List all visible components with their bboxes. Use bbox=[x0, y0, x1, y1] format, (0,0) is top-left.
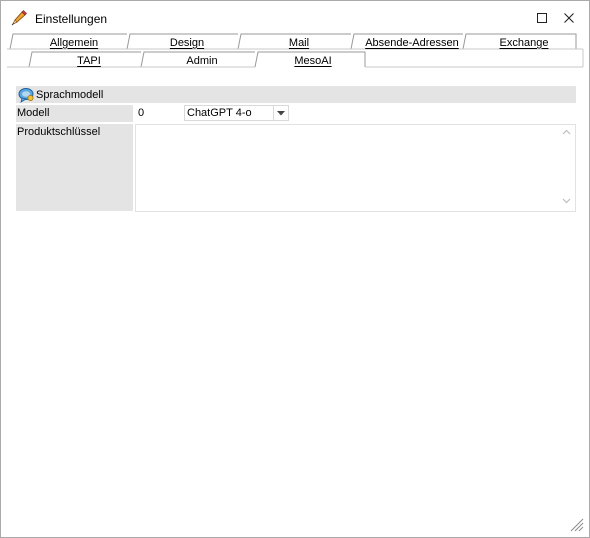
produktschluessel-textarea[interactable] bbox=[135, 124, 576, 212]
chevron-down-icon bbox=[277, 110, 285, 115]
tab-tapi[interactable]: TAPI bbox=[35, 52, 143, 69]
tab-admin[interactable]: Admin bbox=[147, 52, 257, 69]
section-title: Sprachmodell bbox=[36, 88, 104, 101]
tab-allgemein[interactable]: Allgemein bbox=[21, 34, 127, 51]
tab-label: MesoAI bbox=[294, 54, 332, 67]
tab-label: Exchange bbox=[499, 36, 549, 49]
scroll-down-icon[interactable] bbox=[562, 198, 571, 204]
tab-label: TAPI bbox=[77, 54, 101, 67]
close-icon bbox=[563, 12, 574, 23]
tab-label: Mail bbox=[288, 36, 310, 49]
tab-absende-adressen[interactable]: Absende-Adressen bbox=[358, 34, 466, 51]
modell-value: ChatGPT 4-o bbox=[187, 107, 252, 119]
tab-label: Absende-Adressen bbox=[365, 36, 459, 49]
tab-label: Design bbox=[169, 36, 205, 49]
window-title: Einstellungen bbox=[35, 12, 108, 26]
tab-design[interactable]: Design bbox=[134, 34, 240, 51]
tab-mail[interactable]: Mail bbox=[245, 34, 353, 51]
pencil-icon bbox=[10, 9, 28, 27]
chat-bubble-icon bbox=[18, 87, 36, 103]
tab-label: Admin bbox=[186, 54, 218, 67]
vertical-scrollbar[interactable] bbox=[558, 125, 575, 211]
close-button[interactable] bbox=[548, 1, 589, 34]
tab-label: Allgemein bbox=[49, 36, 99, 49]
tab-mesoai[interactable]: MesoAI bbox=[259, 52, 367, 69]
section-header: Sprachmodell bbox=[16, 86, 576, 103]
title-bar[interactable]: Einstellungen bbox=[1, 1, 589, 34]
tab-exchange[interactable]: Exchange bbox=[470, 34, 578, 51]
settings-window: Einstellungen Allgemein Design Mail Abse… bbox=[0, 0, 590, 538]
modell-code: 0 bbox=[138, 107, 145, 119]
produktschluessel-label: Produktschlüssel bbox=[16, 124, 133, 211]
dropdown-button[interactable] bbox=[273, 106, 288, 120]
resize-grip-icon[interactable] bbox=[568, 516, 584, 532]
modell-dropdown[interactable]: ChatGPT 4-o bbox=[184, 105, 289, 121]
modell-label: Modell bbox=[16, 105, 133, 122]
scroll-up-icon[interactable] bbox=[562, 129, 571, 135]
maximize-icon bbox=[537, 12, 547, 23]
